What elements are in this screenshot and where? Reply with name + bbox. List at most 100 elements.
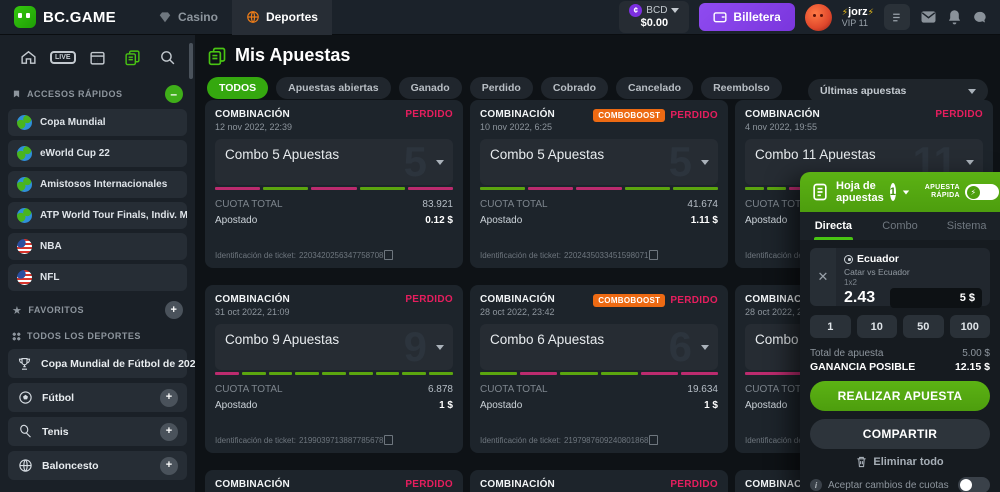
sidebar-scrollbar[interactable] (189, 43, 193, 79)
bet-card: COMBINACIÓN31 oct 2022, 21:09 PERDIDO Co… (205, 285, 463, 453)
user-info[interactable]: ⚡jorz⚡ VIP 11 (842, 6, 874, 29)
live-icon[interactable]: LIVE (51, 45, 75, 69)
wallet-button[interactable]: Billetera (699, 3, 794, 31)
filter-apuestas-abiertas[interactable]: Apuestas abiertas (276, 77, 390, 99)
sidebar-item-tenis[interactable]: Tenis + (8, 417, 187, 446)
betslip-icon (810, 182, 830, 202)
brand-name: BC.GAME (43, 9, 116, 26)
trophy-icon (17, 356, 32, 371)
tab-casino[interactable]: Casino (144, 0, 232, 35)
tennis-icon (17, 424, 33, 439)
home-icon[interactable] (16, 45, 40, 69)
sidebar-item-world-cup-2022[interactable]: Copa Mundial de Fútbol de 2022 (8, 349, 187, 378)
chevron-down-icon (671, 8, 679, 13)
sidebar-item-copa-mundial[interactable]: Copa Mundial (8, 109, 187, 136)
my-bets-icon[interactable] (120, 45, 144, 69)
combo-summary[interactable]: Combo 9 Apuestas 9 (215, 324, 453, 370)
chevron-down-icon (701, 345, 709, 350)
stake-1-button[interactable]: 1 (810, 315, 851, 338)
filter-ganado[interactable]: Ganado (399, 77, 462, 99)
search-icon[interactable] (155, 45, 179, 69)
lightning-icon: ⚡ (868, 7, 874, 17)
bet-card: COMBINACIÓN28 oct 2022, 23:42 COMBOBOOST… (470, 285, 728, 453)
tab-directa[interactable]: Directa (800, 212, 867, 240)
ticket-id: Identificación de ticket:220243503345159… (480, 251, 658, 260)
bcgame-logo[interactable]: BC.GAME (0, 6, 130, 28)
sidebar-item-nfl[interactable]: NFL (8, 264, 187, 291)
lightning-icon: ⚡ (967, 186, 980, 199)
topbar: BC.GAME Casino Deportes ¢ BCD $0.00 (0, 0, 1000, 35)
copy-icon[interactable] (386, 252, 393, 260)
globe-icon (17, 208, 32, 223)
expand-button[interactable]: + (160, 457, 178, 475)
my-bets-list-button[interactable] (884, 4, 910, 30)
status-badge: PERDIDO (670, 110, 718, 121)
remove-selection-button[interactable]: ✕ (810, 248, 836, 306)
sidebar-item-futbol[interactable]: Fútbol + (8, 383, 187, 412)
sidebar-item-nba[interactable]: NBA (8, 233, 187, 260)
tab-combo[interactable]: Combo (867, 212, 934, 240)
sidebar-item-eworld-cup[interactable]: eWorld Cup 22 (8, 140, 187, 167)
total-stake: 5.00 $ (962, 348, 990, 359)
accept-odds-toggle[interactable] (958, 477, 990, 492)
avatar[interactable] (805, 4, 832, 31)
copy-icon[interactable] (651, 437, 658, 445)
vip-level: VIP 11 (842, 18, 874, 28)
messages-button[interactable] (920, 10, 937, 24)
possible-win: 12.15 $ (955, 361, 990, 373)
betslip-title: Hoja de apuestas (836, 180, 884, 204)
stake-input[interactable] (890, 288, 982, 308)
stake-50-button[interactable]: 50 (903, 315, 944, 338)
quick-bet-toggle[interactable]: ⚡ (965, 184, 999, 200)
bcd-coin-icon: ¢ (629, 4, 642, 17)
chat-button[interactable] (972, 10, 988, 25)
add-favorite-button[interactable]: + (165, 301, 183, 319)
leg-results (215, 372, 453, 375)
sidebar-icon-rail: LIVE (8, 43, 187, 79)
chevron-down-icon (436, 345, 444, 350)
combo-summary[interactable]: Combo 6 Apuestas 6 (480, 324, 718, 370)
globe-icon (17, 146, 32, 161)
expand-button[interactable]: + (160, 389, 178, 407)
copy-icon[interactable] (386, 437, 393, 445)
share-button[interactable]: COMPARTIR (810, 419, 990, 449)
balance: $0.00 (629, 17, 679, 29)
globe-icon (17, 115, 32, 130)
combo-summary[interactable]: Combo 5 Apuestas 5 (480, 139, 718, 185)
market-name: 1x2 (844, 278, 982, 287)
stake-10-button[interactable]: 10 (857, 315, 898, 338)
sidebar-item-baloncesto[interactable]: Baloncesto + (8, 451, 187, 480)
globe-icon (17, 177, 32, 192)
notifications-button[interactable] (947, 9, 962, 25)
chevron-down-icon (436, 160, 444, 165)
basketball-icon (17, 458, 33, 473)
tab-deportes[interactable]: Deportes (232, 0, 332, 35)
comboboost-badge: COMBOBOOST (593, 294, 665, 307)
sidebar-item-atp-finals[interactable]: ATP World Tour Finals, Indiv. Masc. (8, 202, 187, 229)
currency-selector[interactable]: ¢ BCD $0.00 (619, 1, 689, 32)
copy-icon[interactable] (651, 252, 658, 260)
calendar-icon[interactable] (86, 45, 110, 69)
leg-results (480, 187, 718, 190)
filter-perdido[interactable]: Perdido (470, 77, 533, 99)
my-bets-icon (207, 46, 227, 66)
ticket-id: Identificación de ticket:219798760924080… (480, 436, 658, 445)
stake-100-button[interactable]: 100 (950, 315, 991, 338)
bcgame-logo-icon (14, 6, 36, 28)
quick-stake-buttons: 1 10 50 100 (810, 315, 990, 338)
filter-cancelado[interactable]: Cancelado (616, 77, 693, 99)
betslip-tabs: Directa Combo Sistema (800, 212, 1000, 240)
combo-summary[interactable]: Combo 5 Apuestas 5 (215, 139, 453, 185)
chat-icon (972, 10, 988, 25)
collapse-button[interactable]: – (165, 85, 183, 103)
leg-results (215, 187, 453, 190)
filter-reembolso[interactable]: Reembolso (701, 77, 782, 99)
sidebar-item-amistosos[interactable]: Amistosos Internacionales (8, 171, 187, 198)
place-bet-button[interactable]: REALIZAR APUESTA (810, 381, 990, 411)
chevron-down-icon[interactable] (903, 190, 909, 194)
filter-todos[interactable]: TODOS (207, 77, 268, 99)
filter-cobrado[interactable]: Cobrado (541, 77, 608, 99)
tab-sistema[interactable]: Sistema (933, 212, 1000, 240)
expand-button[interactable]: + (160, 423, 178, 441)
remove-all-button[interactable]: Eliminar todo (810, 456, 990, 468)
